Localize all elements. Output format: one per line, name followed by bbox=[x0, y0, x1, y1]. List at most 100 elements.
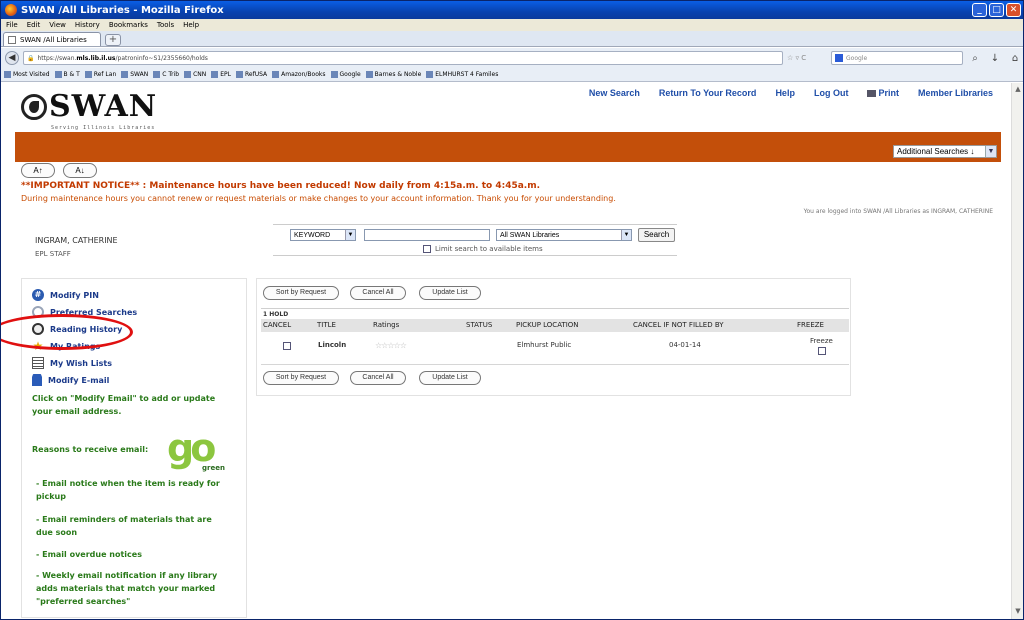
increase-font-button[interactable]: A↑ bbox=[21, 163, 55, 178]
patron-info: INGRAM, CATHERINE EPL STAFF bbox=[35, 236, 118, 258]
reason-item: - Email reminders of materials that are … bbox=[36, 515, 212, 537]
new-search-link[interactable]: New Search bbox=[589, 88, 640, 98]
search-type-select[interactable]: KEYWORD ▼ bbox=[290, 229, 356, 241]
bookmark-item[interactable]: Most Visited bbox=[4, 71, 50, 78]
member-libraries-link[interactable]: Member Libraries bbox=[918, 88, 993, 98]
rating-stars[interactable]: ☆☆☆☆☆ bbox=[375, 341, 407, 350]
sidebar-item-modify-pin[interactable]: # Modify PIN bbox=[32, 289, 99, 301]
additional-searches-select[interactable]: Additional Searches ↓ ▼ bbox=[893, 145, 997, 158]
cancel-all-button[interactable]: Cancel All bbox=[350, 286, 406, 300]
maximize-button[interactable]: □ bbox=[989, 3, 1004, 17]
menu-edit[interactable]: Edit bbox=[27, 21, 41, 29]
download-icon[interactable]: ↓ bbox=[987, 53, 1003, 64]
library-scope-select[interactable]: All SWAN Libraries ▼ bbox=[496, 229, 632, 241]
bookmark-item[interactable]: EPL bbox=[211, 71, 231, 78]
bookmark-item[interactable]: C Trib bbox=[153, 71, 179, 78]
sidebar-item-modify-email[interactable]: Modify E-mail bbox=[32, 374, 109, 386]
font-size-controls: A↑ A↓ bbox=[21, 163, 97, 178]
scroll-up-icon[interactable]: ▲ bbox=[1013, 85, 1023, 95]
chevron-down-icon: ▼ bbox=[621, 230, 631, 240]
update-list-button[interactable]: Update List bbox=[419, 371, 481, 385]
menu-history[interactable]: History bbox=[75, 21, 100, 29]
bookmark-item[interactable]: ELMHURST 4 Familes bbox=[426, 71, 498, 78]
print-link[interactable]: Print bbox=[867, 88, 899, 98]
bookmark-item[interactable]: Google bbox=[330, 71, 361, 78]
reason-item: - Weekly email notification if any libra… bbox=[36, 571, 218, 606]
column-header: CANCEL IF NOT FILLED BY bbox=[633, 321, 724, 329]
reason-item: - Email overdue notices bbox=[36, 550, 142, 559]
minimize-button[interactable]: _ bbox=[972, 3, 987, 17]
email-hint: Click on "Modify Email" to add or update… bbox=[32, 394, 216, 416]
sort-by-request-button[interactable]: Sort by Request bbox=[263, 371, 339, 385]
menu-bookmarks[interactable]: Bookmarks bbox=[109, 21, 148, 29]
limit-available-option: Limit search to available items bbox=[423, 245, 543, 253]
bookmark-item[interactable]: Amazon/Books bbox=[272, 71, 326, 78]
chevron-down-icon: ▼ bbox=[985, 146, 996, 157]
freeze-label: Freeze bbox=[810, 337, 833, 345]
firefox-icon bbox=[5, 4, 17, 16]
update-list-button[interactable]: Update List bbox=[419, 286, 481, 300]
menu-file[interactable]: File bbox=[6, 21, 18, 29]
search-box[interactable]: Google bbox=[831, 51, 963, 65]
navigation-bar: ◀ 🔒 https://swan.mls.lib.il.us/patroninf… bbox=[1, 48, 1023, 68]
holds-table-header: CANCEL TITLE Ratings STATUS PICKUP LOCAT… bbox=[261, 319, 849, 332]
limit-available-checkbox[interactable] bbox=[423, 245, 431, 253]
hold-title[interactable]: Lincoln bbox=[318, 341, 346, 349]
close-button[interactable]: ✕ bbox=[1006, 3, 1021, 17]
freeze-checkbox[interactable] bbox=[818, 347, 826, 355]
go-green-logo: go green bbox=[167, 426, 225, 472]
table-row: Lincoln ☆☆☆☆☆ Elmhurst Public 04-01-14 F… bbox=[261, 337, 849, 365]
logout-link[interactable]: Log Out bbox=[814, 88, 849, 98]
cancel-all-button[interactable]: Cancel All bbox=[350, 371, 406, 385]
printer-icon bbox=[867, 89, 877, 97]
web-page: SWAN Serving Illinois Libraries New Sear… bbox=[1, 83, 1023, 619]
help-link[interactable]: Help bbox=[775, 88, 795, 98]
home-icon[interactable]: ⌂ bbox=[1007, 53, 1023, 64]
url-bar[interactable]: 🔒 https://swan.mls.lib.il.us/patroninfo~… bbox=[23, 51, 783, 65]
bookmark-item[interactable]: B & T bbox=[54, 71, 80, 78]
search-button[interactable]: Search bbox=[638, 228, 675, 242]
new-tab-button[interactable]: + bbox=[105, 34, 121, 46]
menu-bar: File Edit View History Bookmarks Tools H… bbox=[1, 19, 1023, 31]
pin-icon: # bbox=[32, 289, 44, 301]
menu-tools[interactable]: Tools bbox=[157, 21, 174, 29]
search-placeholder: Google bbox=[846, 54, 868, 62]
menu-help[interactable]: Help bbox=[183, 21, 199, 29]
important-notice: **IMPORTANT NOTICE** : Maintenance hours… bbox=[21, 181, 541, 191]
patron-name: INGRAM, CATHERINE bbox=[35, 236, 118, 245]
bookmark-item[interactable]: Ref Lan bbox=[84, 71, 116, 78]
logged-in-status: You are logged into SWAN /All Libraries … bbox=[803, 208, 993, 215]
column-header: CANCEL bbox=[263, 321, 292, 329]
chevron-down-icon: ▼ bbox=[345, 230, 355, 240]
hold-count: 1 HOLD bbox=[261, 308, 849, 319]
column-header: STATUS bbox=[466, 321, 493, 329]
sort-by-request-button[interactable]: Sort by Request bbox=[263, 286, 339, 300]
cancel-checkbox[interactable] bbox=[283, 342, 291, 350]
bookmark-item[interactable]: Barnes & Noble bbox=[365, 71, 421, 78]
reasons-title: Reasons to receive email: bbox=[32, 445, 149, 454]
bookmark-item[interactable]: CNN bbox=[184, 71, 206, 78]
sidebar-item-wish-lists[interactable]: My Wish Lists bbox=[32, 357, 112, 369]
vertical-scrollbar[interactable]: ▲ ▼ bbox=[1011, 83, 1023, 619]
tab-bar: SWAN /All Libraries + bbox=[1, 31, 1023, 47]
magnifier-icon[interactable]: ⌕ bbox=[967, 53, 983, 64]
scroll-down-icon[interactable]: ▼ bbox=[1013, 607, 1023, 617]
top-navigation: New Search Return To Your Record Help Lo… bbox=[589, 88, 993, 98]
swan-logo[interactable]: SWAN Serving Illinois Libraries bbox=[21, 89, 157, 131]
menu-view[interactable]: View bbox=[49, 21, 66, 29]
back-button[interactable]: ◀ bbox=[5, 51, 19, 65]
bookmark-item[interactable]: RefUSA bbox=[236, 71, 267, 78]
bookmark-item[interactable]: SWAN bbox=[121, 71, 148, 78]
search-input[interactable] bbox=[364, 229, 490, 241]
swan-logo-icon bbox=[21, 93, 47, 120]
url-text: https://swan.mls.lib.il.us/patroninfo~S1… bbox=[37, 54, 208, 62]
decrease-font-button[interactable]: A↓ bbox=[63, 163, 97, 178]
browser-window: SWAN /All Libraries - Mozilla Firefox _ … bbox=[0, 0, 1024, 620]
column-header: PICKUP LOCATION bbox=[516, 321, 579, 329]
tab-favicon-icon bbox=[8, 35, 16, 44]
reload-icon[interactable]: ☆ ▿ C bbox=[787, 54, 827, 62]
return-to-record-link[interactable]: Return To Your Record bbox=[659, 88, 757, 98]
bookmarks-bar: Most Visited B & T Ref Lan SWAN C Trib C… bbox=[1, 68, 1023, 82]
maintenance-notice: During maintenance hours you cannot rene… bbox=[21, 194, 616, 203]
tab-swan[interactable]: SWAN /All Libraries bbox=[3, 32, 101, 46]
